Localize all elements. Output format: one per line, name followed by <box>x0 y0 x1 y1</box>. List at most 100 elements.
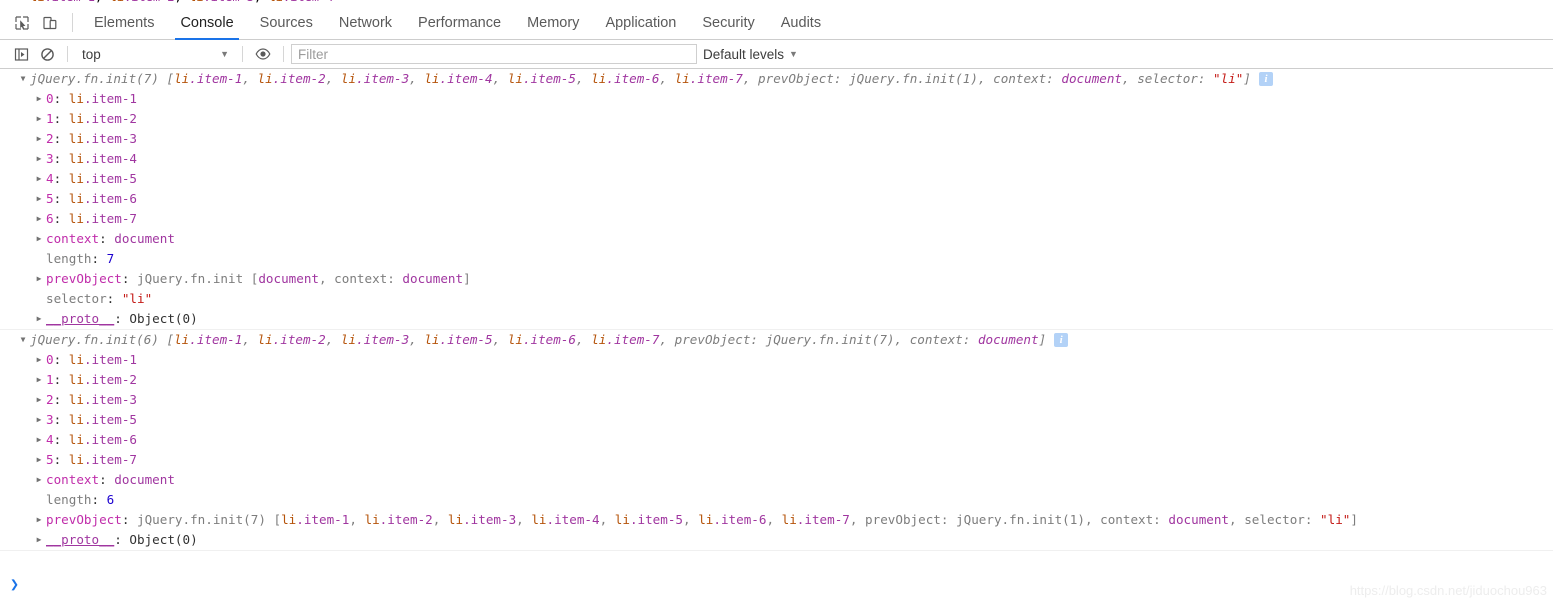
object-property[interactable]: ▶ 6: li .item-7 <box>0 209 1553 229</box>
selector-value: "li" <box>1213 71 1244 86</box>
context-label: context: <box>909 332 978 347</box>
tab-label: Audits <box>780 14 822 31</box>
selector-value: "li" <box>1320 512 1351 527</box>
info-badge[interactable]: i <box>1054 333 1069 347</box>
expand-arrow-icon[interactable]: ▶ <box>34 390 44 410</box>
expand-arrow-icon[interactable]: ▶ <box>34 89 44 109</box>
console-sidebar-icon[interactable] <box>8 43 34 65</box>
property-key: prevObject <box>46 512 122 527</box>
object-property[interactable]: ▶ 5: li .item-7 <box>0 450 1553 470</box>
console-prompt-input[interactable] <box>19 567 1553 600</box>
bracket-close: ] <box>1350 512 1358 527</box>
tab-performance[interactable]: Performance <box>405 6 514 39</box>
context-value: document <box>1061 71 1123 86</box>
object-preview-prefix: jQuery.fn.init(7) <box>30 71 167 86</box>
object-property-length[interactable]: length: 6 <box>0 490 1553 510</box>
tab-memory[interactable]: Memory <box>514 6 592 39</box>
toolbar-divider <box>283 46 284 62</box>
object-property[interactable]: ▶ 0: li .item-1 <box>0 89 1553 109</box>
object-property-selector[interactable]: selector: "li" <box>0 289 1553 309</box>
object-property-prevobject[interactable]: ▶ prevObject: jQuery.fn.init(7) [li .item-… <box>0 510 1553 530</box>
property-key: length <box>46 492 92 507</box>
prevobject-label: prevObject: <box>865 512 957 527</box>
inspect-element-icon[interactable] <box>8 6 36 39</box>
tab-label: Memory <box>527 14 580 31</box>
expand-arrow-icon[interactable]: ▶ <box>34 309 44 329</box>
toolbar-divider <box>67 46 68 62</box>
expand-arrow-icon[interactable]: ▶ <box>34 269 44 289</box>
object-property[interactable]: ▶ 3: li .item-4 <box>0 149 1553 169</box>
object-property-context[interactable]: ▶ context: document <box>0 229 1553 249</box>
object-property[interactable]: ▶ 5: li .item-6 <box>0 189 1553 209</box>
object-property[interactable]: ▶ 4: li .item-5 <box>0 169 1553 189</box>
bracket-close: ] <box>1243 71 1251 86</box>
console-message-header[interactable]: ▼ jQuery.fn.init(7) [li .item-1, li .item-… <box>0 69 1553 89</box>
context-label: context: <box>993 71 1062 86</box>
expand-arrow-icon[interactable]: ▶ <box>34 169 44 189</box>
expand-arrow-icon[interactable]: ▼ <box>18 69 28 89</box>
expand-arrow-icon[interactable]: ▶ <box>34 109 44 129</box>
expand-arrow-icon[interactable]: ▶ <box>34 189 44 209</box>
device-toolbar-icon[interactable] <box>36 6 64 39</box>
console-message-list[interactable]: ▼ jQuery.fn.init(7) [li .item-1, li .item-… <box>0 69 1553 567</box>
expand-arrow-icon[interactable]: ▶ <box>34 430 44 450</box>
property-value: document <box>114 472 175 487</box>
object-property[interactable]: ▶ 0: li .item-1 <box>0 350 1553 370</box>
object-property-context[interactable]: ▶ context: document <box>0 470 1553 490</box>
expand-arrow-icon[interactable]: ▶ <box>34 510 44 530</box>
tab-application[interactable]: Application <box>592 6 689 39</box>
info-badge[interactable]: i <box>1258 72 1273 86</box>
object-property[interactable]: ▶ 4: li .item-6 <box>0 430 1553 450</box>
object-property[interactable]: ▶ 1: li .item-2 <box>0 370 1553 390</box>
tab-label: Sources <box>259 14 313 31</box>
execution-context-select[interactable]: top ▼ <box>75 44 235 65</box>
property-key: 2 <box>46 392 54 407</box>
tab-audits[interactable]: Audits <box>768 6 834 39</box>
context-label: context: <box>1100 512 1169 527</box>
property-value: "li" <box>121 291 153 306</box>
property-key: 5 <box>46 191 54 206</box>
object-property[interactable]: ▶ 1: li .item-2 <box>0 109 1553 129</box>
prevobject-label: prevObject: <box>674 332 766 347</box>
property-key: __proto__ <box>46 311 115 326</box>
object-property[interactable]: ▶ 2: li .item-3 <box>0 390 1553 410</box>
expand-arrow-icon[interactable]: ▶ <box>34 350 44 370</box>
object-property[interactable]: ▶ 3: li .item-5 <box>0 410 1553 430</box>
tab-sources[interactable]: Sources <box>247 6 326 39</box>
object-property-prevobject[interactable]: ▶ prevObject: jQuery.fn.init [document, c… <box>0 269 1553 289</box>
object-property-proto[interactable]: ▶ __proto__: Object(0) <box>0 530 1553 550</box>
console-prompt-row[interactable]: ❯ <box>0 567 1553 600</box>
object-property-proto[interactable]: ▶ __proto__: Object(0) <box>0 309 1553 329</box>
expand-arrow-icon[interactable]: ▶ <box>34 129 44 149</box>
log-levels-select[interactable]: Default levels ▼ <box>703 47 798 62</box>
expand-arrow-icon[interactable]: ▶ <box>34 209 44 229</box>
property-key: context <box>46 231 100 246</box>
expand-arrow-icon[interactable]: ▶ <box>34 149 44 169</box>
tab-label: Application <box>605 14 677 31</box>
live-expression-eye-icon[interactable] <box>250 43 276 65</box>
object-property[interactable]: ▶ 2: li .item-3 <box>0 129 1553 149</box>
object-property-length[interactable]: length: 7 <box>0 249 1553 269</box>
selector-label: selector: <box>1244 512 1321 527</box>
expand-arrow-icon[interactable]: ▼ <box>18 330 28 350</box>
clear-console-icon[interactable] <box>34 43 60 65</box>
tab-network[interactable]: Network <box>326 6 405 39</box>
console-message: ▼ jQuery.fn.init(6) [li .item-1, li .item-… <box>0 330 1553 551</box>
tab-label: Console <box>180 14 234 31</box>
tab-console[interactable]: Console <box>167 6 246 40</box>
prompt-caret-icon: ❯ <box>10 574 20 593</box>
filter-input[interactable] <box>291 44 697 64</box>
expand-arrow-icon[interactable]: ▶ <box>34 410 44 430</box>
prevobject-prefix: jQuery.fn.init(7) <box>137 512 274 527</box>
tab-security[interactable]: Security <box>689 6 767 39</box>
expand-arrow-icon[interactable]: ▶ <box>34 370 44 390</box>
property-key: 3 <box>46 151 54 166</box>
tab-elements[interactable]: Elements <box>81 6 167 39</box>
expand-arrow-icon[interactable]: ▶ <box>34 530 44 550</box>
tab-label: Security <box>702 14 755 31</box>
console-message-header[interactable]: ▼ jQuery.fn.init(6) [li .item-1, li .item-… <box>0 330 1553 350</box>
bracket-close: ] <box>1038 332 1047 347</box>
expand-arrow-icon[interactable]: ▶ <box>34 470 44 490</box>
expand-arrow-icon[interactable]: ▶ <box>34 229 44 249</box>
expand-arrow-icon[interactable]: ▶ <box>34 450 44 470</box>
